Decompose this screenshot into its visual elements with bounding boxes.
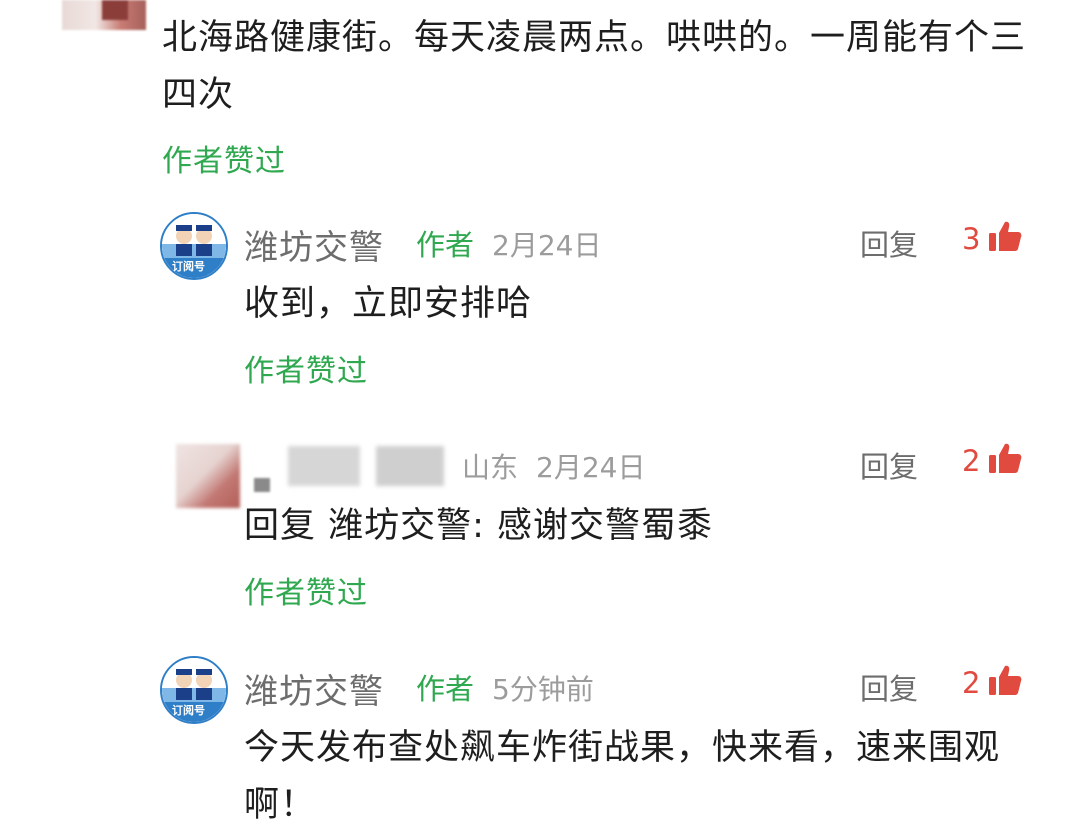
author-tag: 作者 xyxy=(416,228,475,262)
thumbs-up-icon xyxy=(989,443,1022,473)
like-count: 2 xyxy=(962,444,981,478)
reply-time: 5分钟前 xyxy=(492,673,594,706)
reply-button[interactable]: 回复 xyxy=(860,444,918,486)
author-liked-label: 作者赞过 xyxy=(162,144,286,179)
avatar-badge: 订阅号 xyxy=(172,704,205,717)
reply-time: 2月24日 xyxy=(492,229,602,262)
thumbs-up-icon xyxy=(989,221,1022,251)
reply-text: 收到，立即安排哈 xyxy=(244,284,533,324)
like-count: 2 xyxy=(962,666,981,700)
author-liked-label: 作者赞过 xyxy=(244,576,368,611)
like-button[interactable] xyxy=(988,442,1022,478)
reply-item: 订阅号 xyxy=(160,656,228,724)
author-liked-label: 作者赞过 xyxy=(244,354,368,389)
comment-text: 北海路健康街。每天凌晨两点。哄哄的。一周能有个三四次 xyxy=(162,18,1027,115)
thumbs-up-icon xyxy=(989,665,1022,695)
reply-location: 山东 xyxy=(462,451,519,484)
like-button[interactable] xyxy=(988,664,1022,700)
commenter-avatar[interactable] xyxy=(62,0,146,30)
reply-item: 订阅号 xyxy=(160,212,228,280)
reply-author-name[interactable]: 潍坊交警 xyxy=(244,220,384,269)
user-avatar[interactable] xyxy=(176,444,240,508)
username-blurred xyxy=(254,478,270,492)
reply-button[interactable]: 回复 xyxy=(860,222,918,264)
like-button[interactable] xyxy=(988,220,1022,256)
reply-button[interactable]: 回复 xyxy=(860,666,918,708)
reply-author-name[interactable]: 潍坊交警 xyxy=(244,664,384,713)
username-blurred xyxy=(376,446,444,486)
reply-text: 今天发布查处飙车炸街战果，快来看，速来围观啊！ xyxy=(244,728,1001,825)
reply-text: 回复 潍坊交警: 感谢交警蜀黍 xyxy=(244,506,714,546)
author-tag: 作者 xyxy=(416,672,475,706)
reply-time: 2月24日 xyxy=(536,451,646,484)
like-count: 3 xyxy=(962,222,981,256)
avatar-badge: 订阅号 xyxy=(172,260,205,273)
username-blurred xyxy=(288,446,360,486)
